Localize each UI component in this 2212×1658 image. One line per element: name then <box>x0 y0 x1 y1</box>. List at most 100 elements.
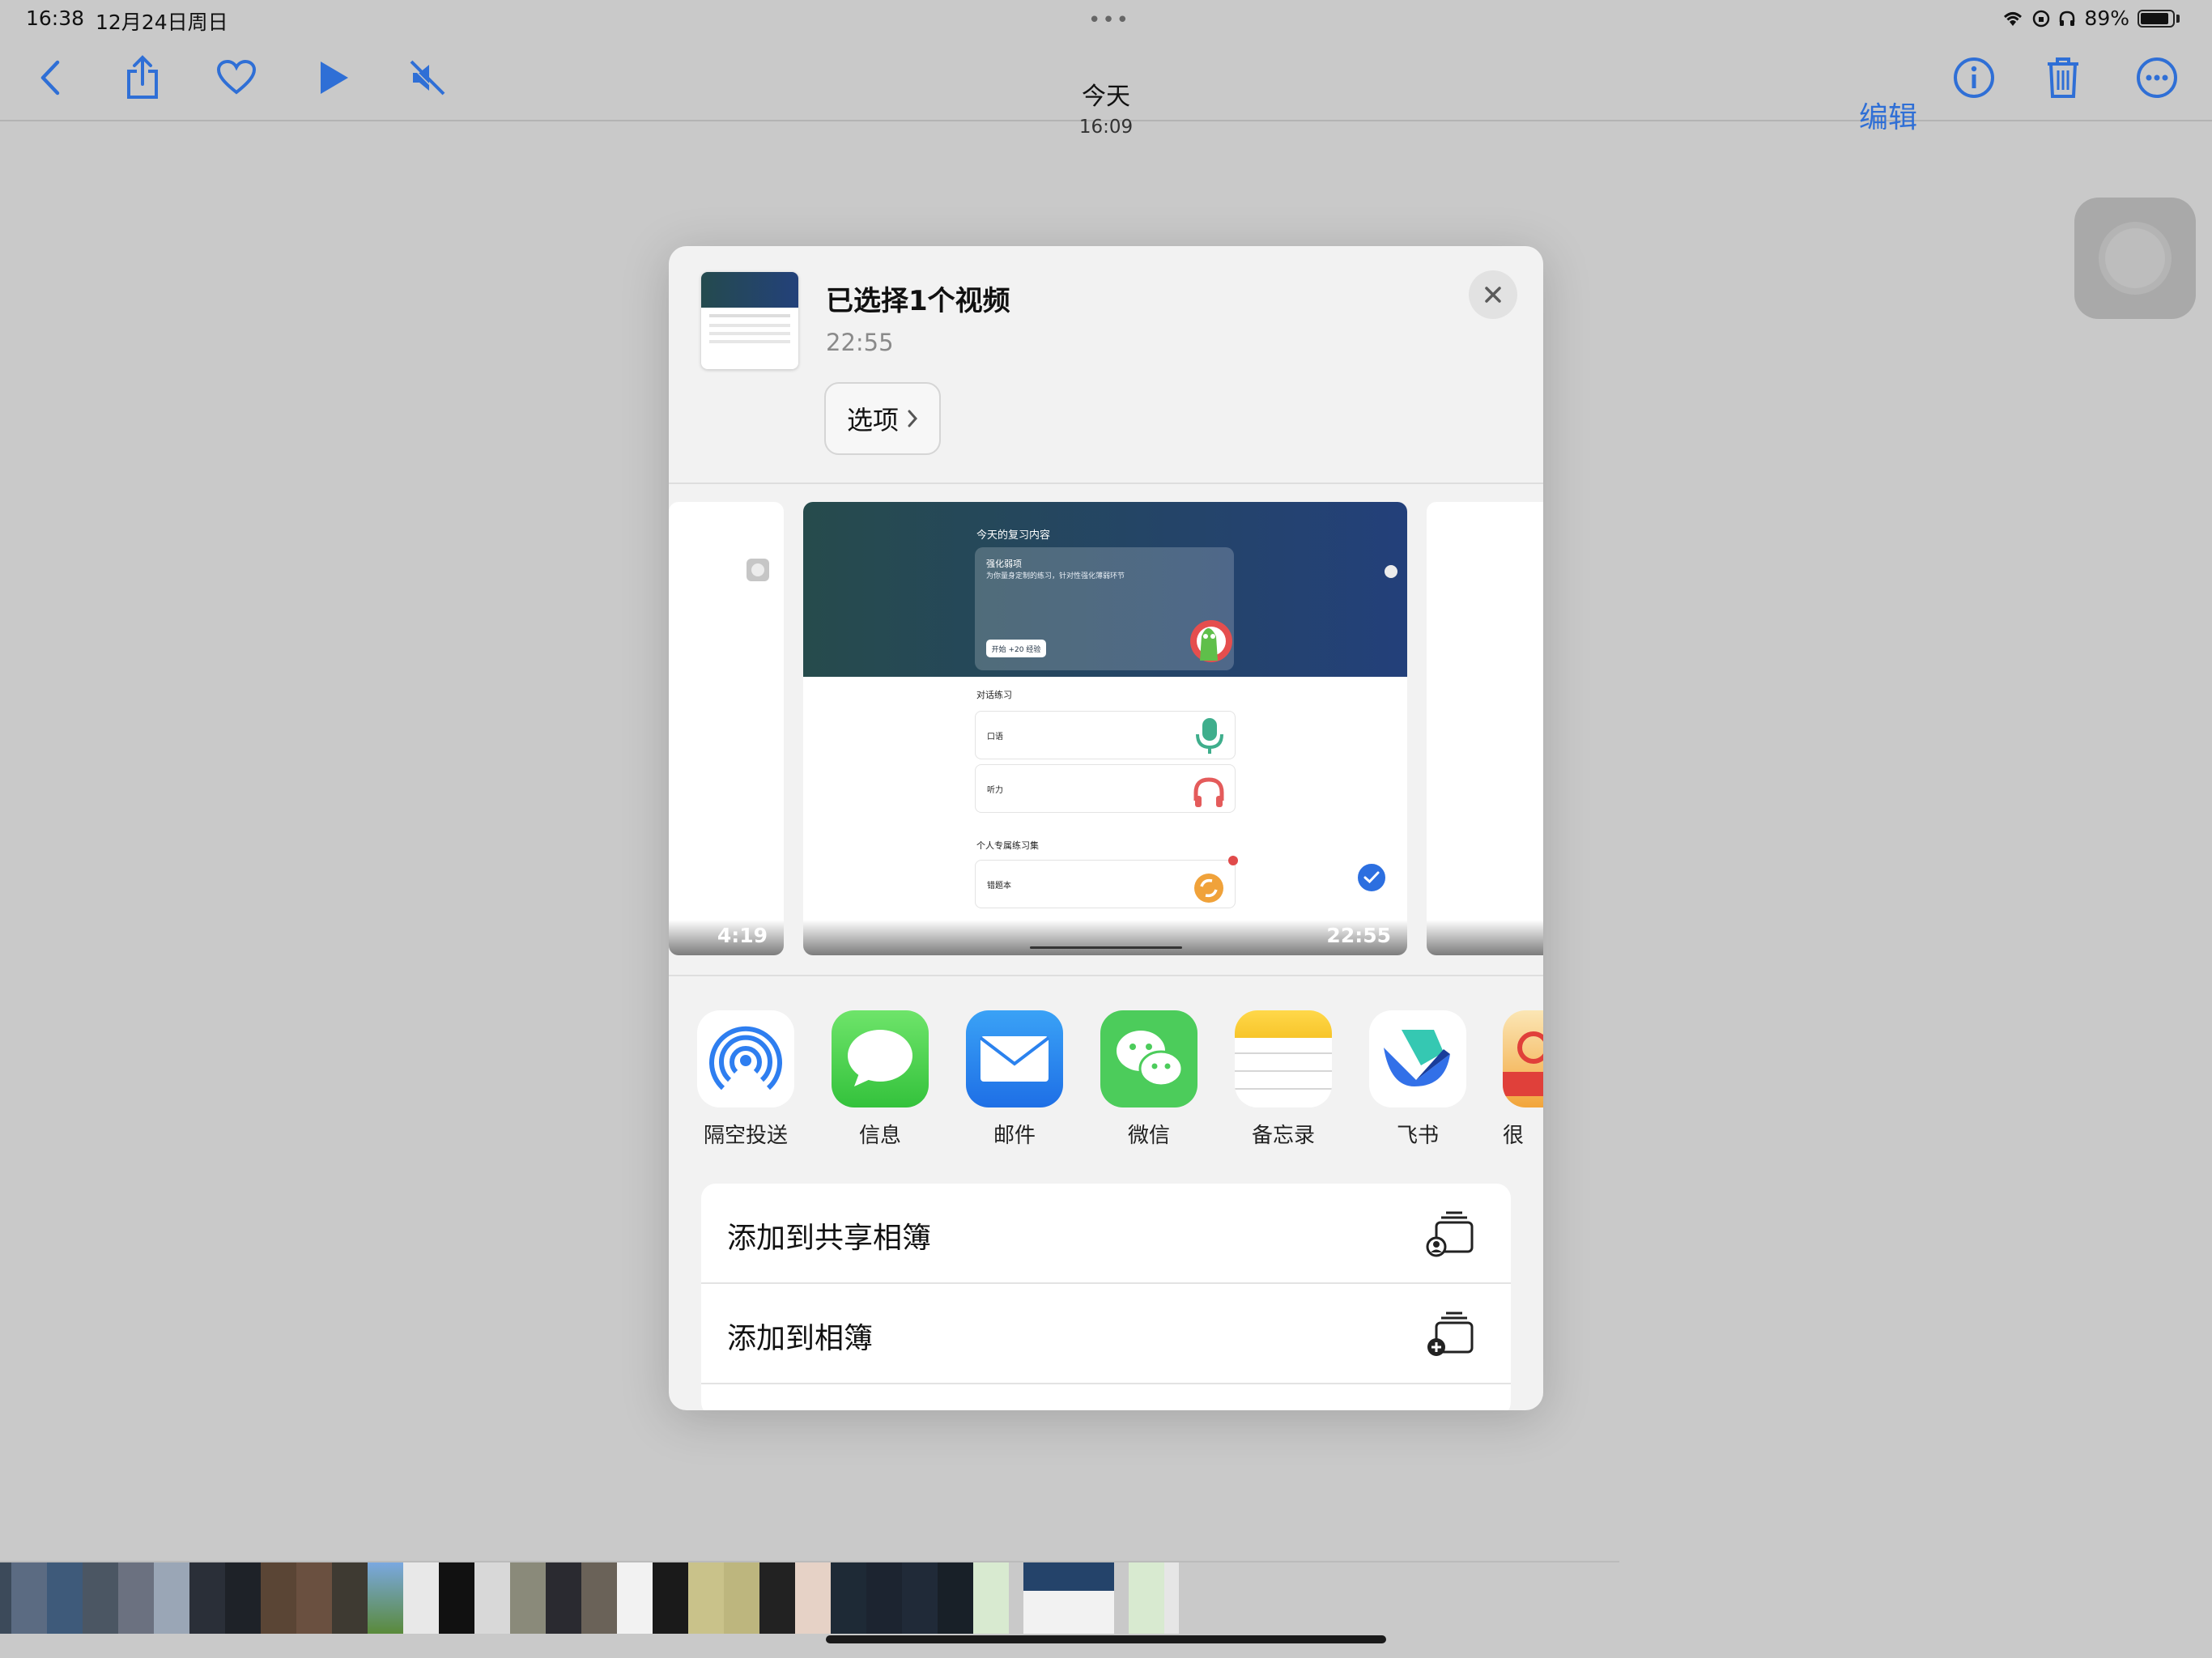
mute-icon[interactable] <box>405 55 450 100</box>
selected-checkmark-icon[interactable] <box>1355 861 1388 894</box>
sheet-title: 已选择1个视频 <box>826 285 1010 317</box>
mascot-icon <box>1190 620 1232 662</box>
preview-section-dialog: 对话练习 <box>976 690 1012 700</box>
film-thumbnail[interactable] <box>724 1562 759 1634</box>
app-airdrop[interactable]: 隔空投送 <box>696 1010 795 1149</box>
film-thumbnail[interactable] <box>1129 1562 1164 1634</box>
preview-row-mistakes: 错题本 <box>975 856 1238 908</box>
preview-row-label: 错题本 <box>987 882 1011 891</box>
action-label: 添加到相簿 <box>727 1322 874 1355</box>
more-icon[interactable] <box>2134 55 2180 100</box>
add-album-icon <box>1427 1312 1474 1356</box>
action-label: 添加到共享相簿 <box>727 1222 932 1255</box>
notes-icon <box>1235 1010 1332 1107</box>
battery-percent: 89% <box>2084 6 2129 30</box>
preview-section-personal: 个人专属练习集 <box>976 840 1039 851</box>
preview-feature-card: 强化弱项 为你量身定制的练习，针对性强化薄弱环节 开始 +20 经验 <box>975 547 1234 670</box>
film-gap <box>1009 1562 1023 1634</box>
preview-card-previous[interactable]: 4:19 <box>669 502 784 955</box>
trash-icon[interactable] <box>2040 55 2086 100</box>
film-thumbnail[interactable] <box>617 1562 653 1634</box>
film-thumbnail[interactable] <box>47 1562 83 1634</box>
film-thumbnail[interactable] <box>902 1562 938 1634</box>
film-thumbnail[interactable] <box>11 1562 47 1634</box>
action-list: 添加到共享相簿 添加到相簿 <box>701 1184 1511 1410</box>
back-chevron-icon[interactable] <box>28 55 73 100</box>
play-icon[interactable] <box>311 55 356 100</box>
chevron-right-icon <box>908 410 918 427</box>
film-thumbnail[interactable] <box>653 1562 688 1634</box>
app-partial[interactable]: 很 <box>1503 1010 1543 1149</box>
close-button[interactable] <box>1469 270 1517 319</box>
battery-tip <box>2176 14 2180 23</box>
film-thumbnail[interactable] <box>0 1562 11 1634</box>
film-thumbnail[interactable] <box>83 1562 118 1634</box>
preview-card-subtitle: 为你量身定制的练习，针对性强化薄弱环节 <box>986 572 1125 580</box>
video-preview-strip[interactable]: 4:19 今天的复习内容 强化弱项 为你量身定制的练习，针对性强化薄弱环节 开始… <box>669 502 1543 962</box>
photo-title-block: 今天 16:09 <box>944 76 1268 138</box>
orientation-lock-icon <box>2033 10 2050 27</box>
multitasking-dots-icon[interactable]: ••• <box>1088 8 1130 32</box>
home-indicator <box>826 1635 1386 1643</box>
preview-selected-duration: 22:55 <box>1326 924 1391 947</box>
film-thumbnail[interactable] <box>759 1562 795 1634</box>
wifi-icon <box>2004 11 2023 26</box>
photo-time-subtitle: 16:09 <box>1078 117 1134 138</box>
app-messages[interactable]: 信息 <box>831 1010 929 1149</box>
action-add-to-shared-album[interactable]: 添加到共享相簿 <box>701 1184 1511 1284</box>
status-time: 16:38 <box>26 6 85 30</box>
film-thumbnail[interactable] <box>688 1562 724 1634</box>
film-thumbnail[interactable] <box>332 1562 368 1634</box>
film-thumbnail[interactable] <box>118 1562 154 1634</box>
share-icon[interactable] <box>120 55 165 100</box>
divider <box>669 483 1543 484</box>
app-feishu[interactable]: 飞书 <box>1368 1010 1467 1149</box>
film-thumbnail[interactable] <box>938 1562 973 1634</box>
shared-album-icon <box>1426 1211 1474 1257</box>
edit-button[interactable]: 编辑 <box>1859 94 1917 136</box>
options-button[interactable]: 选项 <box>824 382 941 455</box>
preview-row-speaking: 口语 <box>975 711 1236 759</box>
microphone-icon <box>1196 718 1223 754</box>
selected-video-thumbnail <box>701 272 798 369</box>
preview-card-selected[interactable]: 今天的复习内容 强化弱项 为你量身定制的练习，针对性强化薄弱环节 开始 +20 … <box>803 502 1407 955</box>
preview-card-next[interactable] <box>1427 502 1543 955</box>
sheet-video-duration: 22:55 <box>826 329 894 356</box>
film-gap <box>1114 1562 1129 1634</box>
app-wechat[interactable]: 微信 <box>1100 1010 1198 1149</box>
film-thumbnail[interactable] <box>831 1562 866 1634</box>
app-mail[interactable]: 邮件 <box>965 1010 1064 1149</box>
app-label: 隔空投送 <box>703 1124 788 1148</box>
film-thumbnail[interactable] <box>439 1562 474 1634</box>
app-label: 邮件 <box>993 1124 1036 1148</box>
film-thumbnail[interactable] <box>368 1562 403 1634</box>
assistive-touch-button[interactable] <box>2074 198 2196 319</box>
film-thumbnail[interactable] <box>581 1562 617 1634</box>
info-icon[interactable] <box>1951 55 1997 100</box>
film-thumbnail[interactable] <box>189 1562 225 1634</box>
film-thumbnail[interactable] <box>474 1562 510 1634</box>
film-thumbnail[interactable] <box>225 1562 261 1634</box>
film-thumbnail[interactable] <box>973 1562 1009 1634</box>
film-thumbnail[interactable] <box>1164 1562 1179 1634</box>
action-add-to-album[interactable]: 添加到相簿 <box>701 1284 1511 1384</box>
status-date: 12月24日周日 <box>96 11 228 34</box>
photo-toolbar: 今天 16:09 编辑 <box>0 37 2212 138</box>
film-thumbnail-selected[interactable] <box>1023 1562 1114 1634</box>
favorite-heart-icon[interactable] <box>214 55 259 100</box>
film-thumbnail[interactable] <box>261 1562 296 1634</box>
messages-icon <box>832 1010 929 1107</box>
film-thumbnail[interactable] <box>510 1562 546 1634</box>
film-thumbnail[interactable] <box>154 1562 189 1634</box>
feishu-icon <box>1369 1010 1466 1107</box>
film-thumbnail[interactable] <box>296 1562 332 1634</box>
film-thumbnail[interactable] <box>795 1562 831 1634</box>
divider <box>669 975 1543 976</box>
film-thumbnail[interactable] <box>546 1562 581 1634</box>
app-notes[interactable]: 备忘录 <box>1234 1010 1333 1149</box>
share-sheet: 已选择1个视频 22:55 选项 4:19 今天的复习内容 强化弱项 为你量身定… <box>669 246 1543 1410</box>
assistive-touch-mini-icon <box>1380 560 1402 583</box>
film-thumbnail[interactable] <box>403 1562 439 1634</box>
film-thumbnail[interactable] <box>866 1562 902 1634</box>
photo-filmstrip[interactable] <box>0 1562 1247 1634</box>
